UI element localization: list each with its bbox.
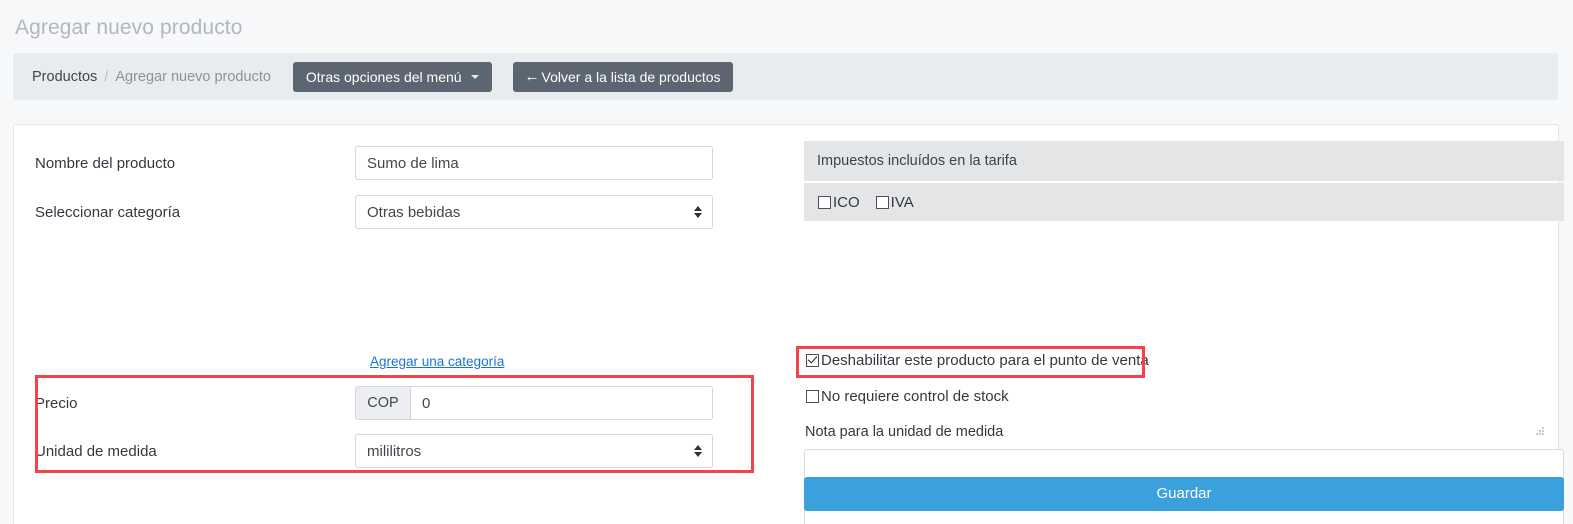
currency-addon: COP: [355, 386, 410, 420]
field-row-category: Seleccionar categoría Otras bebidas: [35, 195, 745, 229]
field-row-price: Precio COP: [35, 386, 745, 420]
price-input[interactable]: [410, 386, 713, 420]
disable-pos-label: Deshabilitar este producto para el punto…: [821, 352, 1149, 369]
option-row-disable-pos: Deshabilitar este producto para el punto…: [806, 352, 1165, 369]
category-select-wrapper: Otras bebidas: [355, 195, 713, 229]
taxes-section-header: Impuestos incluídos en la tarifa: [804, 141, 1564, 181]
checkbox-icon[interactable]: [806, 390, 819, 403]
unit-select[interactable]: mililitros: [355, 434, 713, 468]
label-unit-of-measure: Unidad de medida: [35, 442, 157, 460]
no-stock-label: No requiere control de stock: [821, 388, 1009, 405]
option-row-no-stock: No requiere control de stock: [806, 388, 1025, 405]
chevron-down-icon: [470, 74, 479, 79]
taxes-checkbox-group: ICO IVA: [804, 183, 1564, 221]
save-button[interactable]: Guardar: [804, 477, 1564, 511]
breadcrumb-separator: /: [104, 68, 109, 85]
product-name-input[interactable]: [355, 146, 713, 180]
breadcrumb-link-productos[interactable]: Productos: [32, 69, 97, 85]
label-price: Precio: [35, 394, 78, 412]
breadcrumb-current: Agregar nuevo producto: [115, 68, 271, 85]
label-category: Seleccionar categoría: [35, 203, 181, 221]
page-title: Agregar nuevo producto: [15, 16, 243, 39]
checkbox-icon[interactable]: [818, 195, 831, 209]
no-stock-checkbox[interactable]: No requiere control de stock: [806, 388, 1009, 405]
disable-pos-checkbox[interactable]: Deshabilitar este producto para el punto…: [806, 352, 1149, 369]
page-root: Agregar nuevo producto Productos / Agreg…: [0, 0, 1573, 524]
tax-checkbox-ico[interactable]: ICO: [818, 194, 860, 211]
tax-label-ico: ICO: [833, 193, 860, 211]
back-to-product-list-label: Volver a la lista de productos: [541, 68, 721, 85]
form-right-column: Impuestos incluídos en la tarifa ICO IVA…: [792, 125, 1564, 524]
form-left-column: Nombre del producto Seleccionar categorí…: [14, 125, 774, 524]
textarea-resize-handle[interactable]: [1536, 427, 1545, 436]
checkbox-icon[interactable]: [875, 195, 889, 209]
add-category-link[interactable]: Agregar una categoría: [370, 354, 504, 369]
price-input-group: COP: [355, 386, 713, 420]
category-select[interactable]: Otras bebidas: [355, 195, 713, 229]
other-menu-options-button[interactable]: Otras opciones del menú: [292, 61, 492, 92]
checkbox-checked-icon[interactable]: [806, 354, 819, 367]
field-row-product-name: Nombre del producto: [35, 146, 745, 180]
tax-label-iva: IVA: [890, 193, 914, 211]
unit-select-wrapper: mililitros: [355, 434, 713, 468]
other-menu-options-label: Otras opciones del menú: [305, 68, 462, 85]
breadcrumb-toolbar: Productos / Agregar nuevo producto Otras…: [13, 53, 1558, 100]
label-product-name: Nombre del producto: [35, 154, 176, 172]
arrow-left-icon: ←: [524, 68, 540, 85]
back-to-product-list-button[interactable]: ← Volver a la lista de productos: [512, 61, 733, 92]
product-form-panel: Nombre del producto Seleccionar categorí…: [13, 124, 1564, 524]
field-row-unit: Unidad de medida mililitros: [35, 434, 745, 468]
tax-checkbox-iva[interactable]: IVA: [875, 193, 914, 211]
label-unit-note: Nota para la unidad de medida: [805, 424, 1004, 440]
